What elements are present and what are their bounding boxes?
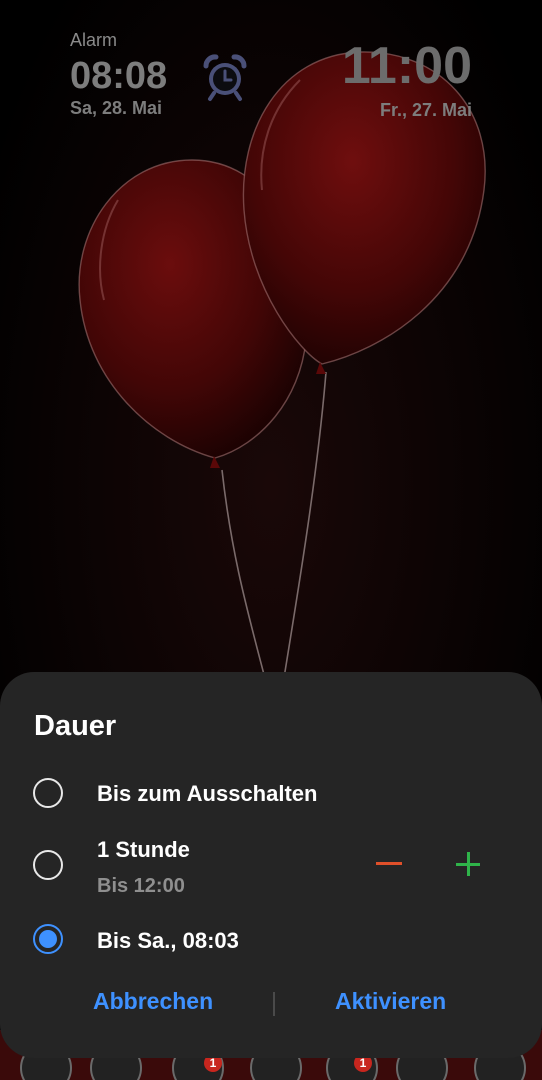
alarm-time: 08:08 bbox=[70, 55, 168, 97]
clock-time: 11:00 bbox=[341, 37, 472, 95]
alarm-label: Alarm bbox=[70, 30, 118, 50]
option-label: 1 Stunde bbox=[97, 837, 190, 862]
decrease-duration-button[interactable] bbox=[376, 862, 402, 865]
alarm-date: Sa, 28. Mai bbox=[70, 98, 163, 118]
dialog-title: Dauer bbox=[34, 710, 117, 742]
option-until-alarm[interactable]: Bis Sa., 08:03 bbox=[0, 922, 542, 962]
cancel-button[interactable]: Abbrechen bbox=[93, 988, 213, 1015]
option-label: Bis zum Ausschalten bbox=[97, 781, 318, 806]
option-label: Bis Sa., 08:03 bbox=[97, 928, 239, 953]
lockscreen-clock: 11:00 Fr., 27. Mai bbox=[342, 38, 472, 121]
option-sublabel: Bis 12:00 bbox=[97, 875, 185, 897]
activate-button[interactable]: Aktivieren bbox=[335, 988, 446, 1015]
clock-date: Fr., 27. Mai bbox=[379, 100, 472, 120]
option-until-off[interactable]: Bis zum Ausschalten bbox=[0, 776, 542, 816]
alarm-widget: Alarm 08:08 Sa, 28. Mai bbox=[70, 30, 167, 119]
alarm-clock-icon bbox=[203, 54, 247, 101]
radio-button[interactable] bbox=[33, 778, 63, 808]
radio-button-selected[interactable] bbox=[33, 924, 63, 954]
radio-button[interactable] bbox=[33, 850, 63, 880]
button-divider bbox=[273, 992, 275, 1016]
increase-duration-button[interactable] bbox=[456, 852, 480, 876]
